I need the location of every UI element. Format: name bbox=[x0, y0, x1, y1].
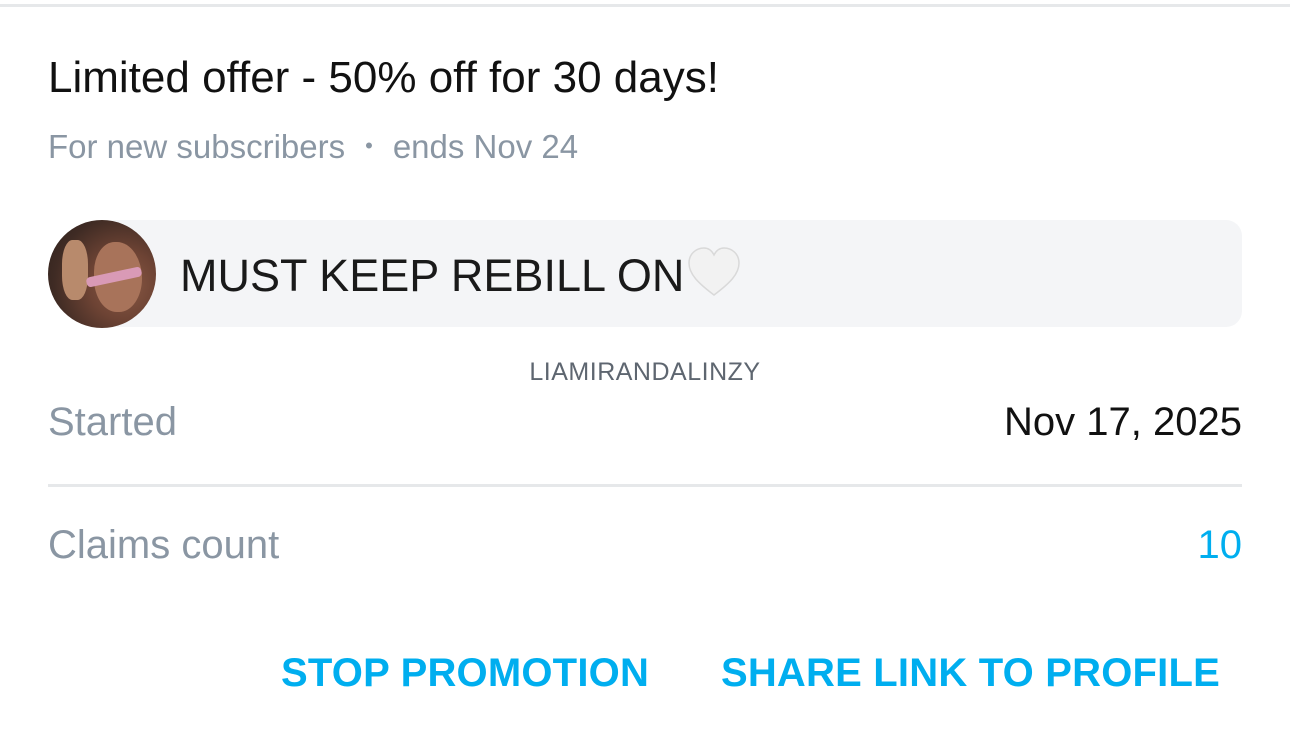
white-heart-icon bbox=[688, 247, 741, 296]
offer-title: Limited offer - 50% off for 30 days! bbox=[48, 53, 719, 102]
avatar-photo-detail bbox=[62, 240, 88, 300]
separator-dot: • bbox=[365, 133, 373, 158]
claims-count-value[interactable]: 10 bbox=[1198, 521, 1243, 569]
promotion-details-page: Limited offer - 50% off for 30 days! For… bbox=[0, 0, 1290, 743]
offer-audience: For new subscribers bbox=[48, 128, 346, 165]
promo-message-text: MUST KEEP REBILL ON bbox=[180, 250, 685, 301]
creator-username: LIAMIRANDALINZY bbox=[529, 358, 761, 386]
share-link-to-profile-button[interactable]: SHARE LINK TO PROFILE bbox=[721, 648, 1220, 698]
offer-end-date: ends Nov 24 bbox=[392, 128, 579, 165]
started-value: Nov 17, 2025 bbox=[1004, 400, 1242, 444]
avatar[interactable] bbox=[48, 220, 156, 328]
claims-count-label: Claims count bbox=[48, 523, 280, 567]
promo-message: MUST KEEP REBILL ON bbox=[180, 245, 742, 304]
stop-promotion-button[interactable]: STOP PROMOTION bbox=[281, 648, 649, 698]
started-label: Started bbox=[48, 400, 177, 444]
row-divider bbox=[48, 484, 1242, 487]
offer-subtitle: For new subscribers • ends Nov 24 bbox=[48, 126, 578, 167]
top-divider bbox=[0, 4, 1290, 7]
